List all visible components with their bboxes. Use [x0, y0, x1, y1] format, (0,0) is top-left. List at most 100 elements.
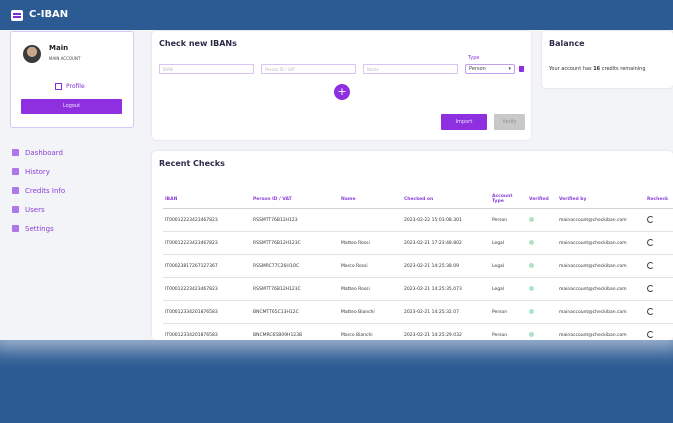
table-cell: 2023-02-21 14:25:29.032	[402, 323, 490, 340]
table-cell: Person	[490, 300, 527, 324]
recent-checks-card: Recent Checks IBAN Person ID / VAT Name …	[152, 151, 673, 340]
verified-cell	[527, 277, 557, 301]
table-cell: Marco Bianchi	[339, 323, 402, 340]
table-cell: 2023-02-21 14:25:38.09	[402, 254, 490, 278]
table-row[interactable]: IT00012223423467823 RSSMTT76B12H123C Matte…	[163, 231, 673, 255]
balance-text-prefix: Your account has	[549, 66, 594, 72]
app-logo[interactable]: C-IBAN	[29, 9, 68, 20]
trash-icon[interactable]	[519, 66, 524, 72]
user-role: MAIN ACCOUNT	[49, 56, 81, 61]
verified-icon	[529, 239, 534, 245]
verified-icon	[529, 262, 534, 268]
column-header[interactable]: Recheck	[645, 190, 673, 209]
user-name: Main	[49, 44, 69, 52]
sidebar-item-credits-info[interactable]: Credits Info	[12, 181, 132, 200]
recheck-button[interactable]	[645, 277, 673, 301]
column-header[interactable]: Person ID / VAT	[251, 190, 339, 209]
table-body: IT00012223423467823 RSSMTT76B12H123 2023-0…	[163, 208, 673, 340]
table-cell: IT00012334201876583	[163, 323, 251, 340]
recheck-button[interactable]	[645, 231, 673, 255]
table-row[interactable]: IT00012334201876583 BNCMRC65B09H123B Marco…	[163, 323, 673, 340]
table-cell: IT00012223423467823	[163, 277, 251, 301]
top-bar: C-IBAN	[0, 0, 673, 30]
type-label: Type	[468, 55, 480, 61]
refresh-icon	[647, 330, 654, 338]
table-cell: mainaccount@checkiban.com	[557, 323, 645, 340]
balance-text-suffix: credits remaining	[600, 66, 646, 72]
dashboard-icon	[12, 149, 19, 156]
type-select-value: Person	[469, 66, 486, 72]
credits-icon	[12, 187, 19, 194]
table-cell: mainaccount@checkiban.com	[557, 231, 645, 255]
profile-link[interactable]: Profile	[55, 83, 85, 90]
column-header[interactable]: Verified by	[557, 190, 645, 209]
table-cell: Person	[490, 208, 527, 232]
column-header[interactable]: IBAN	[163, 190, 251, 209]
add-row-button[interactable]: +	[334, 84, 350, 100]
balance-title: Balance	[549, 39, 585, 48]
verified-icon	[529, 285, 534, 291]
recheck-button[interactable]	[645, 254, 673, 278]
iban-input[interactable]: IBAN	[159, 64, 254, 74]
table-row[interactable]: IT00012223423467823 RSSMTT76B12H123 2023-0…	[163, 208, 673, 232]
verified-icon	[529, 216, 534, 222]
sidebar-item-history[interactable]: History	[12, 162, 132, 181]
sidebar-item-users[interactable]: Users	[12, 200, 132, 219]
table-cell: Marco Rossi	[339, 254, 402, 278]
table-cell: Legal	[490, 254, 527, 278]
avatar	[23, 45, 41, 63]
name-input[interactable]: Name	[363, 64, 458, 74]
table-cell: 2023-02-21 14:25:32.07	[402, 300, 490, 324]
person-id-input[interactable]: Person ID / VAT	[261, 64, 356, 74]
chevron-down-icon: ▾	[508, 66, 511, 72]
table-cell: 2023-02-21 17:23:48.802	[402, 231, 490, 255]
table-cell: Person	[490, 323, 527, 340]
users-icon	[12, 206, 19, 213]
table-cell: RSSMTT76B12H123C	[251, 277, 339, 301]
table-cell: RSSMTT76B12H123C	[251, 231, 339, 255]
sidebar-item-dashboard[interactable]: Dashboard	[12, 143, 132, 162]
column-header[interactable]: Verified	[527, 190, 557, 209]
sidebar-item-settings[interactable]: Settings	[12, 219, 132, 238]
profile-label: Profile	[66, 83, 85, 90]
profile-icon	[55, 83, 62, 90]
table-row[interactable]: IT00012223423467823 RSSMTT76B12H123C Matte…	[163, 277, 673, 301]
table-cell: BNCMRC65B09H123B	[251, 323, 339, 340]
settings-icon	[12, 225, 19, 232]
refresh-icon	[647, 307, 654, 315]
sidebar-item-label: Settings	[25, 224, 54, 233]
import-button[interactable]: Import	[441, 114, 487, 130]
table-cell: RSSMRC77C26H1OC	[251, 254, 339, 278]
verified-cell	[527, 300, 557, 324]
sidebar-item-label: Credits Info	[25, 186, 66, 195]
table-cell: IT00023817267127367	[163, 254, 251, 278]
verified-cell	[527, 231, 557, 255]
column-header[interactable]: Checked on	[402, 190, 490, 209]
refresh-icon	[647, 261, 654, 269]
verify-button[interactable]: Verify	[494, 114, 525, 130]
type-select[interactable]: Person ▾	[465, 64, 515, 74]
table-cell: BNCMTT65C13H12C	[251, 300, 339, 324]
refresh-icon	[647, 215, 654, 223]
refresh-icon	[647, 284, 654, 292]
table-cell: mainaccount@checkiban.com	[557, 254, 645, 278]
table-cell: Legal	[490, 231, 527, 255]
column-header[interactable]: Name	[339, 190, 402, 209]
table-row[interactable]: IT00012334201876583 BNCMTT65C13H12C Matteo…	[163, 300, 673, 324]
sidebar-item-label: Dashboard	[25, 148, 63, 157]
app-window: C-IBAN Main MAIN ACCOUNT Profile Logout …	[0, 0, 673, 340]
table-cell	[339, 208, 402, 232]
table-cell: Matteo Rossi	[339, 231, 402, 255]
table-cell: IT00012334201876583	[163, 300, 251, 324]
user-card: Main MAIN ACCOUNT Profile Logout	[10, 31, 134, 128]
refresh-icon	[647, 238, 654, 246]
table-row[interactable]: IT00023817267127367 RSSMRC77C26H1OC Marco …	[163, 254, 673, 278]
recheck-button[interactable]	[645, 208, 673, 232]
logout-button[interactable]: Logout	[21, 99, 122, 114]
table-cell: 2023-02-21 14:25:35.073	[402, 277, 490, 301]
verified-cell	[527, 208, 557, 232]
table-cell: RSSMTT76B12H123	[251, 208, 339, 232]
recheck-button[interactable]	[645, 300, 673, 324]
column-header[interactable]: Account Type	[490, 190, 527, 209]
recheck-button[interactable]	[645, 323, 673, 340]
